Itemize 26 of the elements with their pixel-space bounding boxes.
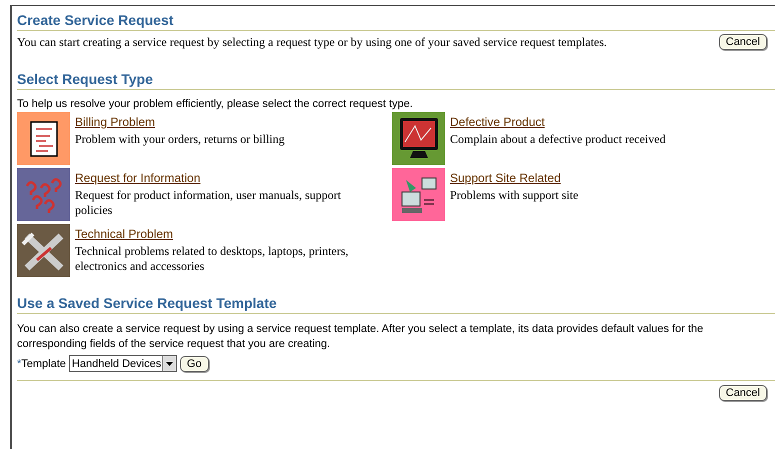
template-label: *Template [17,358,66,370]
go-button[interactable]: Go [180,356,209,372]
bill-icon[interactable] [17,112,70,165]
request-type-link[interactable]: Billing Problem [75,115,156,129]
dropdown-arrow-icon [166,362,173,366]
request-type-description: Request for product information, user manuals, support policies [75,188,342,218]
template-dropdown[interactable]: Handheld Devices [68,355,177,372]
request-type-link[interactable]: Defective Product [450,115,545,129]
section-title: Use a Saved Service Request Template [17,295,775,314]
monitor-icon[interactable] [392,112,445,165]
template-description: You can also create a service request by using a service request template. After you select a template, its data provides default values for the corresponding fields of the service request that you are creating. [17,322,704,352]
request-type-description: Complain about a defective product received [450,132,667,147]
instruction-text: To help us resolve your problem efficiently, please select the correct request type. [17,98,414,110]
page-title: Create Service Request [17,12,775,31]
section-title: Select Request Type [17,71,775,90]
request-type-description: Problem with your orders, returns or billing [75,132,286,147]
request-type-link[interactable]: Support Site Related [450,171,561,185]
tools-icon[interactable] [17,224,70,277]
cancel-button[interactable]: Cancel [718,34,767,50]
request-type-description: Problems with support site [450,188,580,203]
request-type-link[interactable]: Technical Problem [75,227,174,241]
request-type-link[interactable]: Request for Information [75,171,200,185]
network-icon[interactable] [392,168,445,221]
request-type-description: Technical problems related to desktops, laptops, printers, electronics and accessories [75,244,350,274]
cancel-button[interactable]: Cancel [718,385,767,401]
intro-text: You can start creating a service request by selecting a request type or by using one of your saved service request templates. [17,34,607,50]
